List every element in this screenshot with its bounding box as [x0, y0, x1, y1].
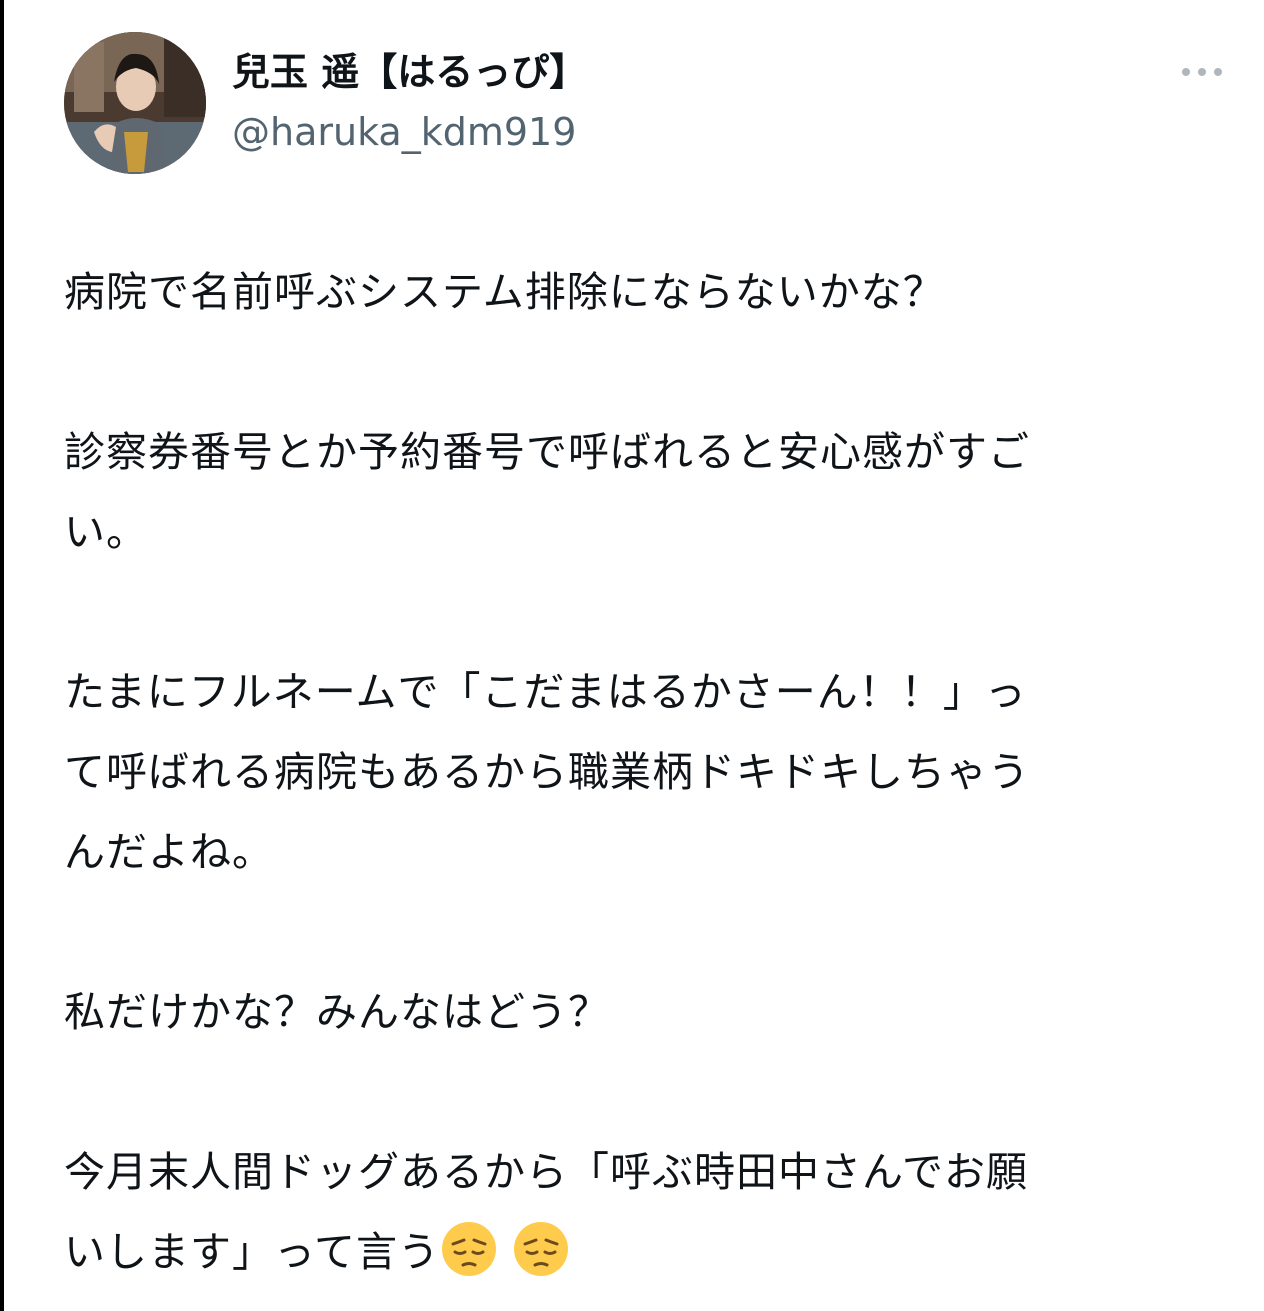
- tweet-line: て呼ばれる病院もあるから職業柄ドキドキしちゃう: [64, 748, 1030, 796]
- more-options-button[interactable]: [1172, 54, 1232, 90]
- pensive-face-icon: [440, 1220, 498, 1278]
- tweet-line: んだよね。: [64, 828, 274, 876]
- line-break: [64, 1052, 1234, 1132]
- line-break: [64, 332, 1234, 412]
- tweet-line: 診察券番号とか予約番号で呼ばれると安心感がすご: [64, 428, 1030, 476]
- line-break: [64, 892, 1234, 972]
- user-handle[interactable]: @haruka_kdm919: [232, 106, 576, 158]
- more-horizontal-icon: [1182, 68, 1222, 76]
- tweet-text: 病院で名前呼ぶシステム排除にならないかな？ 診察券番号とか予約番号で呼ばれると安…: [64, 252, 1234, 1292]
- tweet-line-text: いします」って言う: [64, 1228, 440, 1276]
- tweet-line: たまにフルネームで「こだまはるかさーん！！」っ: [64, 668, 1027, 716]
- tweet-line: い。: [64, 508, 148, 556]
- tweet-line: 病院で名前呼ぶシステム排除にならないかな？: [64, 268, 945, 316]
- display-name[interactable]: 兒玉 遥【はるっぴ】: [232, 46, 587, 98]
- tweet-line: 今月末人間ドッグあるから「呼ぶ時田中さんでお願: [64, 1148, 1028, 1196]
- avatar[interactable]: [64, 32, 206, 174]
- tweet-card: 兒玉 遥【はるっぴ】 @haruka_kdm919 病院で名前呼ぶシステム排除に…: [0, 0, 1264, 1311]
- line-break: [64, 572, 1234, 652]
- pensive-face-icon: [512, 1220, 570, 1278]
- tweet-last-line: いします」って言う: [64, 1212, 1234, 1292]
- tweet-line: 私だけかな？みんなはどう？: [64, 988, 610, 1036]
